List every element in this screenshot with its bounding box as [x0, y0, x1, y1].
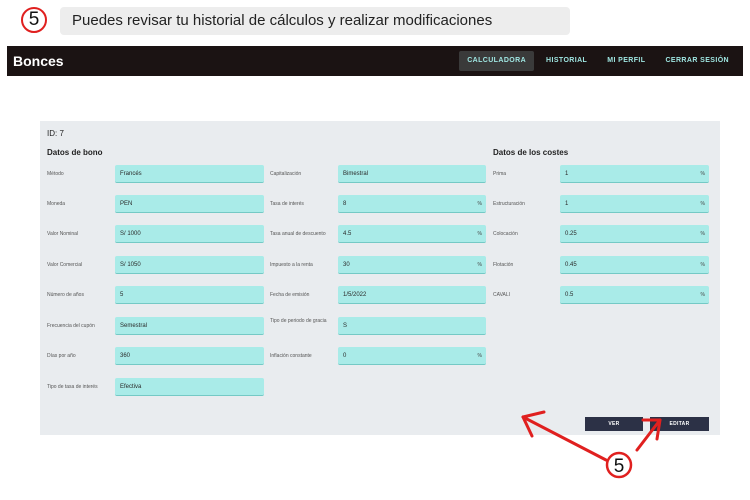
arrow-to-ver-icon [521, 410, 608, 462]
annotation-step-number: 5 [614, 456, 625, 477]
annotation-overlay: 5 [521, 410, 662, 479]
arrow-to-editar-icon [635, 418, 662, 452]
